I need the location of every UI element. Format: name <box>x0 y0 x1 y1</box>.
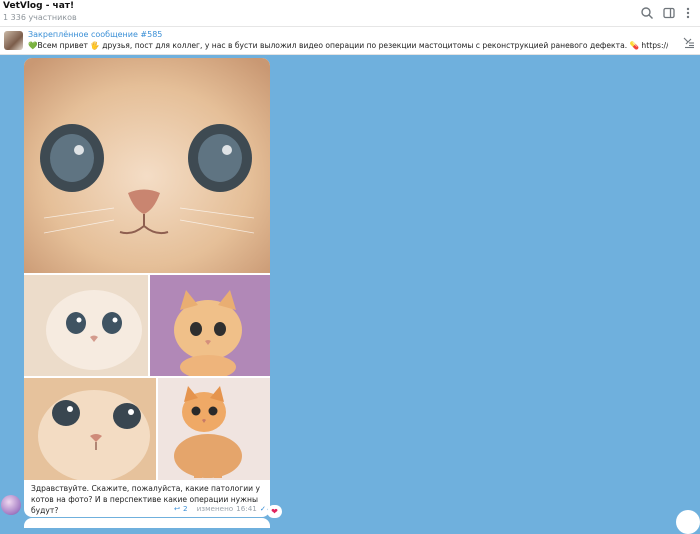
album-photo-4[interactable] <box>24 378 156 480</box>
pinned-list-icon[interactable] <box>681 34 695 49</box>
album-photo-1[interactable] <box>24 58 270 273</box>
message-meta: ↩2изменено16:41✓✓ <box>174 504 270 513</box>
reply-icon[interactable]: ↩ <box>174 504 180 513</box>
scroll-down-button[interactable] <box>676 510 700 534</box>
reply-count[interactable]: 2 <box>183 504 188 513</box>
pinned-title: Закреплённое сообщение #585 <box>28 30 163 39</box>
next-message-edge <box>24 518 270 528</box>
chat-title[interactable]: VetVlog - чат! <box>3 1 74 11</box>
member-count: 1 336 участников <box>3 13 77 22</box>
message-bubble[interactable]: Здравствуйте. Скажите, пожалуйста, какие… <box>24 58 270 517</box>
chat-header: VetVlog - чат! 1 336 участников <box>0 0 700 27</box>
edited-label: изменено <box>196 504 234 513</box>
more-vertical-icon[interactable] <box>681 6 695 20</box>
message-time: 16:41 <box>236 504 257 513</box>
search-icon[interactable] <box>640 6 654 20</box>
pinned-text: 💚Всем привет 🖐 друзья, пост для коллег, … <box>28 41 668 50</box>
heart-reaction[interactable]: ❤ <box>267 505 282 518</box>
sender-avatar[interactable] <box>1 495 21 515</box>
sidebar-toggle-icon[interactable] <box>662 6 676 20</box>
pinned-thumbnail <box>4 31 23 50</box>
pinned-message-bar[interactable]: Закреплённое сообщение #585 💚Всем привет… <box>0 27 700 55</box>
album-photo-5[interactable] <box>158 378 270 480</box>
album-photo-3[interactable] <box>150 275 270 376</box>
album-photo-2[interactable] <box>24 275 148 376</box>
